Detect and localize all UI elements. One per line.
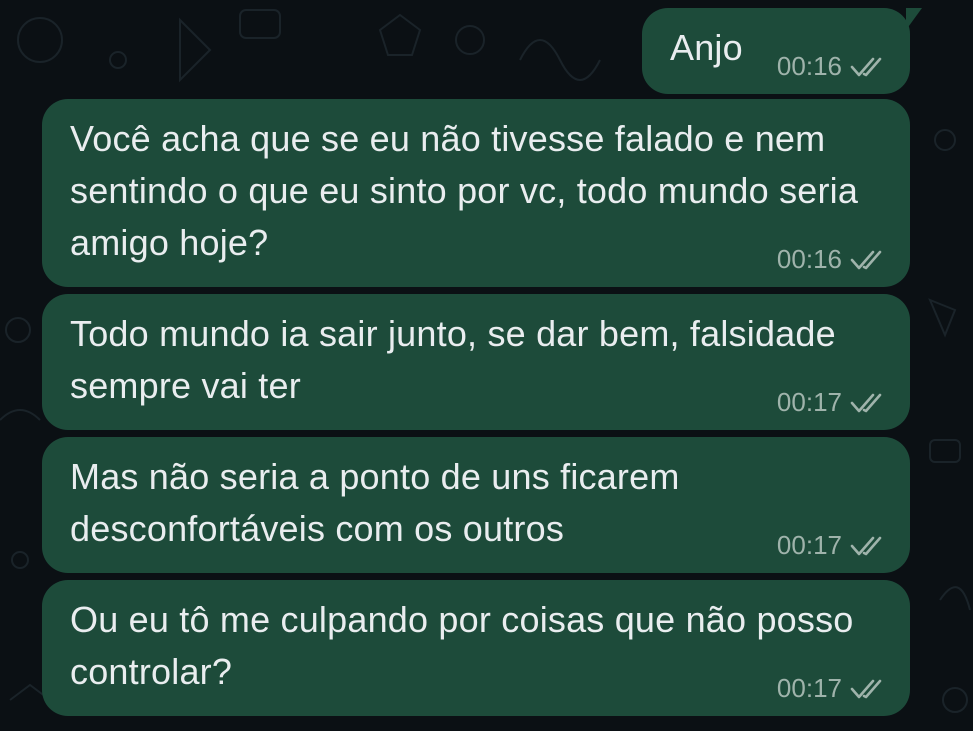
message-text: Todo mundo ia sair junto, se dar bem, fa… [70, 313, 836, 406]
message-bubble[interactable]: Você acha que se eu não tivesse falado e… [42, 99, 910, 287]
message-list[interactable]: Anjo 00:16 Você acha que se eu não tives… [0, 0, 973, 731]
message-bubble[interactable]: Mas não seria a ponto de uns ficarem des… [42, 437, 910, 573]
message-meta: 00:16 [777, 244, 884, 275]
message-text: Mas não seria a ponto de uns ficarem des… [70, 456, 680, 549]
double-check-icon [850, 536, 882, 555]
double-check-icon [850, 57, 882, 76]
message-bubble[interactable]: Anjo 00:16 [642, 8, 922, 94]
double-check-icon [850, 679, 882, 698]
message-bubble[interactable]: Ou eu tô me culpando por coisas que não … [42, 580, 910, 716]
message-time: 00:17 [776, 530, 842, 560]
message-meta: 00:17 [777, 530, 884, 561]
message-time: 00:16 [776, 244, 842, 274]
message-text: Você acha que se eu não tivesse falado e… [70, 118, 859, 263]
message-meta: 00:17 [777, 673, 884, 704]
message-meta: 00:16 [777, 51, 884, 82]
message-bubble[interactable]: Todo mundo ia sair junto, se dar bem, fa… [42, 294, 910, 430]
message-text: Ou eu tô me culpando por coisas que não … [70, 599, 854, 692]
double-check-icon [850, 250, 882, 269]
double-check-icon [850, 393, 882, 412]
message-time: 00:17 [776, 673, 842, 703]
message-meta: 00:17 [777, 387, 884, 418]
message-time: 00:17 [776, 387, 842, 417]
message-time: 00:16 [776, 51, 842, 81]
